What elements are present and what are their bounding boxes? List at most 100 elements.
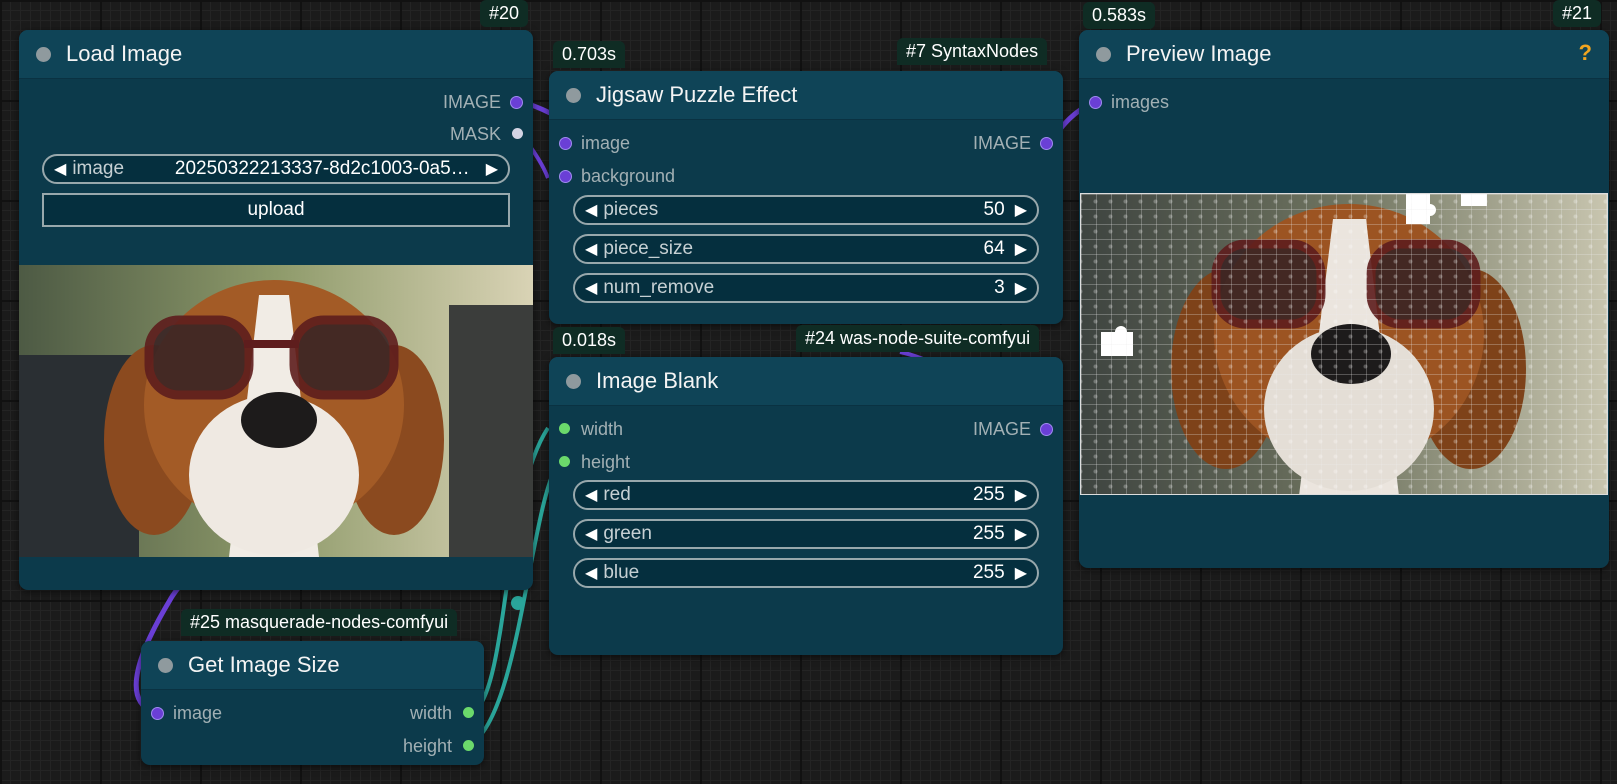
output-dot-icon[interactable] bbox=[510, 96, 523, 109]
output-label-height: height bbox=[402, 736, 452, 756]
input-slot-height[interactable]: height bbox=[549, 452, 630, 472]
triangle-right-icon[interactable]: ▶ bbox=[1009, 278, 1037, 298]
input-slot-width[interactable]: width bbox=[549, 419, 623, 439]
input-label-height: height bbox=[581, 452, 631, 472]
node-jigsaw-puzzle-effect[interactable]: Jigsaw Puzzle Effect image background IM… bbox=[549, 71, 1063, 324]
loaded-image-preview bbox=[19, 265, 533, 557]
input-dot-icon[interactable] bbox=[1089, 96, 1102, 109]
red-number-widget[interactable]: ◀ red 255 ▶ bbox=[573, 480, 1039, 510]
widget-label-pieces: pieces bbox=[603, 199, 659, 220]
node-get-image-size[interactable]: Get Image Size image width height bbox=[141, 641, 484, 765]
node-header-get-size[interactable]: Get Image Size bbox=[141, 641, 484, 690]
triangle-left-icon[interactable]: ◀ bbox=[575, 200, 603, 220]
widget-label-image: image bbox=[72, 158, 125, 179]
output-label-image: IMAGE bbox=[972, 419, 1031, 439]
output-label-mask: MASK bbox=[449, 124, 501, 144]
collapse-dot-icon[interactable] bbox=[158, 657, 173, 673]
output-label-width: width bbox=[409, 703, 452, 723]
triangle-left-icon[interactable]: ◀ bbox=[44, 159, 72, 179]
triangle-right-icon[interactable]: ▶ bbox=[1009, 524, 1037, 544]
input-label-image: image bbox=[173, 703, 223, 723]
input-dot-icon[interactable] bbox=[559, 423, 570, 434]
output-slot-mask[interactable]: MASK bbox=[450, 124, 533, 144]
node-id-badge-preview: #21 bbox=[1553, 0, 1602, 27]
widget-value-num-remove: 3 bbox=[994, 277, 1005, 298]
widget-label-num-remove: num_remove bbox=[603, 277, 715, 298]
blue-number-widget[interactable]: ◀ blue 255 ▶ bbox=[573, 558, 1039, 588]
node-title-jigsaw: Jigsaw Puzzle Effect bbox=[596, 82, 798, 107]
triangle-right-icon[interactable]: ▶ bbox=[1009, 239, 1037, 259]
input-slot-background[interactable]: background bbox=[549, 166, 675, 186]
output-slot-image[interactable]: IMAGE bbox=[443, 92, 533, 112]
node-image-blank[interactable]: Image Blank width height IMAGE ◀ red 255… bbox=[549, 357, 1063, 655]
input-slot-image[interactable]: image bbox=[549, 133, 630, 153]
output-dot-icon[interactable] bbox=[1040, 423, 1053, 436]
widget-label-green: green bbox=[603, 523, 652, 544]
collapse-dot-icon[interactable] bbox=[566, 373, 581, 389]
widget-label-red: red bbox=[603, 484, 631, 505]
jigsaw-result-preview bbox=[1080, 193, 1608, 495]
output-dot-icon[interactable] bbox=[463, 707, 474, 718]
node-title-get-size: Get Image Size bbox=[188, 652, 340, 677]
jigsaw-grid-overlay bbox=[1081, 194, 1607, 494]
input-dot-icon[interactable] bbox=[559, 456, 570, 467]
triangle-left-icon[interactable]: ◀ bbox=[575, 278, 603, 298]
input-label-images: images bbox=[1111, 92, 1170, 112]
collapse-dot-icon[interactable] bbox=[1096, 46, 1111, 62]
collapse-dot-icon[interactable] bbox=[566, 87, 581, 103]
output-slot-width[interactable]: width bbox=[410, 703, 484, 723]
output-slot-image[interactable]: IMAGE bbox=[973, 419, 1063, 439]
output-slot-image[interactable]: IMAGE bbox=[973, 133, 1063, 153]
triangle-right-icon[interactable]: ▶ bbox=[1009, 200, 1037, 220]
node-title-image-blank: Image Blank bbox=[596, 368, 719, 393]
dog-with-glasses-image bbox=[19, 265, 533, 557]
input-label-background: background bbox=[581, 166, 676, 186]
triangle-right-icon[interactable]: ▶ bbox=[1009, 563, 1037, 583]
node-source-image-blank: #24 was-node-suite-comfyui bbox=[796, 325, 1040, 352]
output-dot-icon[interactable] bbox=[512, 128, 523, 139]
input-label-image: image bbox=[581, 133, 631, 153]
upload-button[interactable]: upload bbox=[42, 193, 510, 227]
node-source-get-size: #25 masquerade-nodes-comfyui bbox=[181, 609, 458, 636]
triangle-left-icon[interactable]: ◀ bbox=[575, 563, 603, 583]
node-title-load-image: Load Image bbox=[66, 41, 183, 66]
triangle-right-icon[interactable]: ▶ bbox=[480, 159, 508, 179]
widget-label-blue: blue bbox=[603, 562, 640, 583]
input-dot-icon[interactable] bbox=[151, 707, 164, 720]
link-reroute-dot bbox=[511, 596, 525, 610]
output-dot-icon[interactable] bbox=[1040, 137, 1053, 150]
node-header-image-blank[interactable]: Image Blank bbox=[549, 357, 1063, 406]
node-header-preview[interactable]: Preview Image ? bbox=[1079, 30, 1609, 79]
output-dot-icon[interactable] bbox=[463, 740, 474, 751]
input-slot-image[interactable]: image bbox=[141, 703, 222, 723]
help-icon[interactable]: ? bbox=[1579, 40, 1592, 66]
output-slot-height[interactable]: height bbox=[403, 736, 484, 756]
node-header-load-image[interactable]: Load Image bbox=[19, 30, 533, 79]
widget-value-red: 255 bbox=[972, 484, 1005, 505]
green-number-widget[interactable]: ◀ green 255 ▶ bbox=[573, 519, 1039, 549]
node-preview-image[interactable]: Preview Image ? images bbox=[1079, 30, 1609, 568]
widget-value-image: 20250322213337-8d2c1003-0a5… bbox=[174, 158, 470, 179]
triangle-left-icon[interactable]: ◀ bbox=[575, 485, 603, 505]
execution-time-jigsaw: 0.703s bbox=[553, 41, 626, 68]
triangle-left-icon[interactable]: ◀ bbox=[575, 524, 603, 544]
pieces-number-widget[interactable]: ◀ pieces 50 ▶ bbox=[573, 195, 1039, 225]
num-remove-number-widget[interactable]: ◀ num_remove 3 ▶ bbox=[573, 273, 1039, 303]
node-source-jigsaw: #7 SyntaxNodes bbox=[897, 38, 1048, 65]
image-combo-widget[interactable]: ◀ image 20250322213337-8d2c1003-0a5… ▶ bbox=[42, 154, 510, 184]
node-id-badge-load-image: #20 bbox=[480, 0, 529, 27]
collapse-dot-icon[interactable] bbox=[36, 46, 51, 62]
output-label-image: IMAGE bbox=[442, 92, 501, 112]
node-header-jigsaw[interactable]: Jigsaw Puzzle Effect bbox=[549, 71, 1063, 120]
triangle-left-icon[interactable]: ◀ bbox=[575, 239, 603, 259]
input-slot-images[interactable]: images bbox=[1079, 92, 1169, 112]
widget-value-piece-size: 64 bbox=[983, 238, 1005, 259]
triangle-right-icon[interactable]: ▶ bbox=[1009, 485, 1037, 505]
input-dot-icon[interactable] bbox=[559, 137, 572, 150]
piece-size-number-widget[interactable]: ◀ piece_size 64 ▶ bbox=[573, 234, 1039, 264]
input-dot-icon[interactable] bbox=[559, 170, 572, 183]
execution-time-preview: 0.583s bbox=[1083, 2, 1156, 29]
widget-value-blue: 255 bbox=[972, 562, 1005, 583]
node-load-image[interactable]: Load Image IMAGE MASK ◀ image 2025032221… bbox=[19, 30, 533, 590]
input-label-width: width bbox=[581, 419, 624, 439]
